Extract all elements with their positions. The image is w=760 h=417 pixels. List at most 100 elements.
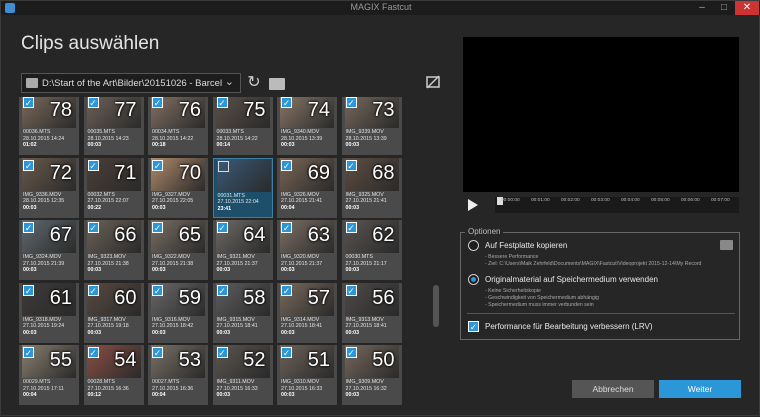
clip-checkbox[interactable]: ✓ <box>87 222 99 233</box>
clip-tile[interactable]: 78 ✓ 00036.MTS 28.10.2015 14:24 01:02 <box>19 97 79 155</box>
next-button[interactable]: Weiter <box>659 380 741 398</box>
clip-tile[interactable]: 76 ✓ 00034.MTS 28.10.2015 14:22 00:18 <box>148 97 208 155</box>
clip-meta: 00029.MTS 27.10.2015 17:11 00:04 <box>23 379 64 399</box>
use-original-radio[interactable] <box>468 274 479 285</box>
clip-tile[interactable]: 68 ✓ IMG_9325.MOV 27.10.2015 21:41 00:03 <box>341 157 402 218</box>
clip-checkbox[interactable]: ✓ <box>87 159 99 171</box>
original-detail-1: - Keine Sicherheitskopie <box>485 288 541 294</box>
clip-tile[interactable]: 77 ✓ 00035.MTS 28.10.2015 14:23 00:03 <box>83 97 144 155</box>
clip-number: 51 <box>307 349 330 371</box>
clip-name: IMG_9325.MOV <box>345 191 384 198</box>
clip-checkbox[interactable]: ✓ <box>281 347 292 358</box>
clip-tile[interactable]: 61 ✓ IMG_9318.MOV 27.10.2015 19:24 00:03 <box>19 282 79 343</box>
clip-checkbox[interactable]: ✓ <box>152 159 163 171</box>
clip-tile[interactable]: 52 ✓ IMG_9311.MOV 27.10.2015 16:33 00:03 <box>212 345 273 405</box>
clip-number: 62 <box>372 224 395 246</box>
clip-checkbox[interactable] <box>217 160 229 172</box>
clip-checkbox[interactable]: ✓ <box>216 347 228 358</box>
clip-date: 28.10.2015 13:39 <box>281 135 323 142</box>
clip-meta: IMG_9339.MOV 28.10.2015 13:39 00:03 <box>346 129 387 149</box>
folder-path-dropdown[interactable]: D:\Start of the Art\Bilder\20151026 - Ba… <box>21 73 241 93</box>
clip-tile[interactable]: 62 ✓ 00030.MTS 27.10.2015 21:17 00:03 <box>341 220 402 280</box>
clip-tile[interactable]: 59 ✓ IMG_9316.MOV 27.10.2015 18:42 00:03 <box>148 282 208 343</box>
clip-checkbox[interactable]: ✓ <box>152 347 163 358</box>
refresh-icon[interactable]: ↻ <box>245 74 263 92</box>
page-title: Clips auswählen <box>21 33 160 54</box>
clip-meta: IMG_9323.MOV 27.10.2015 21:38 00:03 <box>88 254 129 274</box>
clip-tile[interactable]: 67 ✓ IMG_9324.MOV 27.10.2015 21:39 00:03 <box>19 220 79 280</box>
clip-tile[interactable]: 55 ✓ 00029.MTS 27.10.2015 17:11 00:04 <box>19 345 79 405</box>
clip-tile[interactable]: 69 ✓ IMG_9326.MOV 27.10.2015 21:41 00:04 <box>277 157 337 218</box>
timeline-tick: 00:00:00 <box>501 198 520 203</box>
clip-number: 72 <box>49 161 72 184</box>
clip-checkbox[interactable]: ✓ <box>23 284 34 296</box>
clip-checkbox[interactable]: ✓ <box>87 284 99 296</box>
clip-tile[interactable]: 51 ✓ IMG_9310.MOV 27.10.2015 16:33 00:03 <box>277 345 337 405</box>
minimize-button[interactable]: – <box>691 1 713 15</box>
clip-tile[interactable]: 54 ✓ 00028.MTS 27.10.2015 16:36 00:12 <box>83 345 144 405</box>
clip-tile[interactable]: 63 ✓ IMG_9320.MOV 27.10.2015 21:37 00:03 <box>277 220 337 280</box>
clip-checkbox[interactable]: ✓ <box>23 347 34 358</box>
clip-checkbox[interactable]: ✓ <box>281 222 292 233</box>
use-original-label: Originalmaterial auf Speichermedium verw… <box>485 275 658 284</box>
no-preview-icon[interactable] <box>425 74 441 90</box>
clip-tile[interactable]: 66 ✓ IMG_9323.MOV 27.10.2015 21:38 00:03 <box>83 220 144 280</box>
clip-tile[interactable]: 53 ✓ 00027.MTS 27.10.2015 16:36 00:04 <box>148 345 208 405</box>
clip-checkbox[interactable]: ✓ <box>345 284 357 296</box>
clip-checkbox[interactable]: ✓ <box>345 222 357 233</box>
clip-number: 78 <box>49 99 72 121</box>
clip-checkbox[interactable]: ✓ <box>281 284 292 296</box>
clip-name: IMG_9310.MOV <box>281 379 320 385</box>
browse-folder-icon[interactable] <box>269 78 285 90</box>
clip-checkbox[interactable]: ✓ <box>23 222 34 233</box>
cancel-button[interactable]: Abbrechen <box>572 380 654 398</box>
clip-tile[interactable]: 73 ✓ IMG_9339.MOV 28.10.2015 13:39 00:03 <box>341 97 402 155</box>
clip-name: 00027.MTS <box>152 379 180 385</box>
clip-checkbox[interactable]: ✓ <box>345 97 357 108</box>
clip-date: 28.10.2015 12:35 <box>23 198 65 205</box>
clip-meta: 00030.MTS 27.10.2015 21:17 00:03 <box>346 254 387 274</box>
clip-dur: 00:04 <box>281 204 295 211</box>
clip-tile[interactable]: 74 ✓ IMG_9340.MOV 28.10.2015 13:39 00:03 <box>277 97 337 155</box>
clip-tile[interactable]: 70 ✓ IMG_9327.MOV 27.10.2015 22:05 00:03 <box>148 157 208 218</box>
clip-checkbox[interactable]: ✓ <box>152 97 163 108</box>
chevron-down-icon[interactable]: ⌄ <box>225 75 234 88</box>
play-icon[interactable] <box>468 199 478 211</box>
clip-tile[interactable]: 50 ✓ IMG_9309.MOV 27.10.2015 16:32 00:03 <box>341 345 402 405</box>
clip-tile[interactable]: 75 ✓ 00033.MTS 28.10.2015 14:22 00:14 <box>212 97 273 155</box>
lrv-checkbox[interactable]: ✓ <box>468 321 479 332</box>
target-folder-icon[interactable] <box>720 240 733 250</box>
clip-tile[interactable]: 72 ✓ IMG_9336.MOV 28.10.2015 12:35 00:03 <box>19 157 79 218</box>
clip-checkbox[interactable]: ✓ <box>23 159 34 171</box>
close-button[interactable]: ✕ <box>735 1 759 15</box>
clip-tile[interactable]: 57 ✓ IMG_9314.MOV 27.10.2015 18:41 00:03 <box>277 282 337 343</box>
clip-checkbox[interactable]: ✓ <box>216 284 228 296</box>
clip-tile[interactable]: 58 ✓ IMG_9315.MOV 27.10.2015 18:41 00:03 <box>212 282 273 343</box>
clip-meta: IMG_9311.MOV 27.10.2015 16:33 00:03 <box>217 379 258 399</box>
clip-checkbox[interactable]: ✓ <box>152 284 163 296</box>
clip-checkbox[interactable]: ✓ <box>281 159 292 171</box>
clip-checkbox[interactable]: ✓ <box>23 97 34 108</box>
clip-checkbox[interactable]: ✓ <box>87 97 99 108</box>
clip-tile[interactable]: 65 ✓ IMG_9322.MOV 27.10.2015 21:38 00:03 <box>148 220 208 280</box>
clip-checkbox[interactable]: ✓ <box>216 97 228 108</box>
clip-checkbox[interactable]: ✓ <box>87 347 99 358</box>
clip-number: 56 <box>372 286 395 309</box>
clip-tile[interactable]: 64 ✓ IMG_9321.MOV 27.10.2015 21:37 00:03 <box>212 220 273 280</box>
clip-tile[interactable]: 71 ✓ 00032.MTS 27.10.2015 22:07 00:22 <box>83 157 144 218</box>
fastcut-window: MAGIX Fastcut – □ ✕ Clips auswählen D:\S… <box>0 0 760 416</box>
clip-tile[interactable]: 56 ✓ IMG_9313.MOV 27.10.2015 18:41 00:03 <box>341 282 402 343</box>
clip-checkbox[interactable]: ✓ <box>345 347 357 358</box>
clip-checkbox[interactable]: ✓ <box>345 159 357 171</box>
clip-tile[interactable]: 60 ✓ IMG_9317.MOV 27.10.2015 19:18 00:03 <box>83 282 144 343</box>
clip-checkbox[interactable]: ✓ <box>216 222 228 233</box>
grid-scrollbar[interactable] <box>433 285 439 327</box>
clip-tile[interactable]: 00031.MTS 27.10.2015 22:04 23:41 <box>212 157 273 218</box>
clip-dur: 00:03 <box>87 267 102 274</box>
original-detail-2: - Geschwindigkeit von Speichermedium abh… <box>485 295 599 301</box>
clip-checkbox[interactable]: ✓ <box>281 97 292 108</box>
timeline-ruler[interactable]: 00:00:00 00:01:00 00:02:00 00:03:00 00:04:00… <box>495 197 739 213</box>
copy-to-disk-radio[interactable] <box>468 240 479 251</box>
maximize-button[interactable]: □ <box>713 1 735 15</box>
clip-checkbox[interactable]: ✓ <box>152 222 163 233</box>
